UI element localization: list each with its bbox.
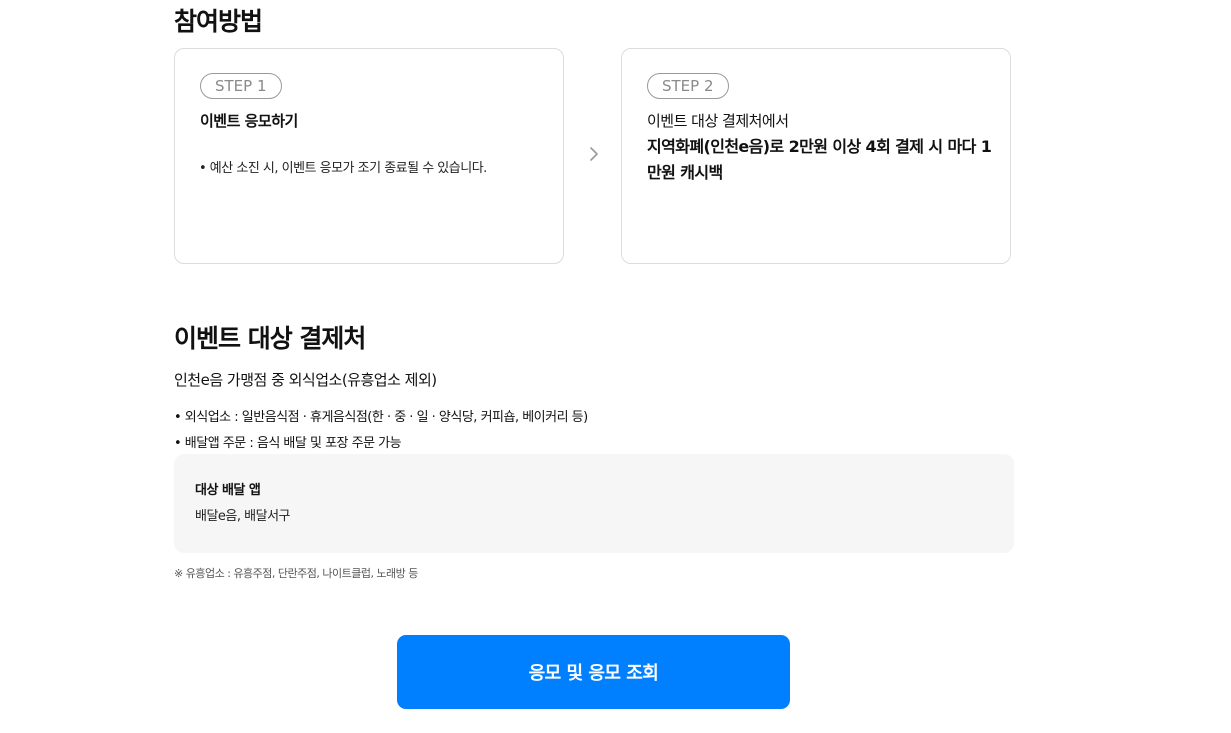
step-1-heading: 이벤트 응모하기 <box>200 112 298 130</box>
step-2-line2: 지역화폐(인천e음)로 2만원 이상 4회 결제 시 마다 1만원 캐시백 <box>647 137 992 182</box>
step-1-badge: STEP 1 <box>200 73 282 99</box>
delivery-app-box: 대상 배달 앱 배달e음, 배달서구 <box>174 454 1014 553</box>
step-1-note: • 예산 소진 시, 이벤트 응모가 조기 종료될 수 있습니다. <box>199 161 487 176</box>
footnote: ※ 유흥업소 : 유흥주점, 단란주점, 나이트클럽, 노래방 등 <box>174 567 418 580</box>
event-page: 참여방법 STEP 1 이벤트 응모하기 • 예산 소진 시, 이벤트 응모가 … <box>0 0 1231 733</box>
apply-and-check-button[interactable]: 응모 및 응모 조회 <box>397 635 790 709</box>
chevron-right-icon <box>590 147 598 161</box>
target-title: 이벤트 대상 결제처 <box>174 324 366 353</box>
step-2-line1: 이벤트 대상 결제처에서 <box>647 112 789 130</box>
delivery-app-title: 대상 배달 앱 <box>195 483 261 498</box>
step-1-card: STEP 1 이벤트 응모하기 • 예산 소진 시, 이벤트 응모가 조기 종료… <box>174 48 564 264</box>
step-2-badge: STEP 2 <box>647 73 729 99</box>
delivery-app-list: 배달e음, 배달서구 <box>195 509 290 524</box>
step-2-card: STEP 2 이벤트 대상 결제처에서 지역화폐(인천e음)로 2만원 이상 4… <box>621 48 1011 264</box>
target-bullet-restaurants: • 외식업소 : 일반음식점 · 휴게음식점(한 · 중 · 일 · 양식당, … <box>174 410 588 425</box>
target-bullet-delivery: • 배달앱 주문 : 음식 배달 및 포장 주문 가능 <box>174 436 402 451</box>
target-subtitle: 인천e음 가맹점 중 외식업소(유흥업소 제외) <box>174 371 437 389</box>
how-to-title: 참여방법 <box>174 7 263 36</box>
